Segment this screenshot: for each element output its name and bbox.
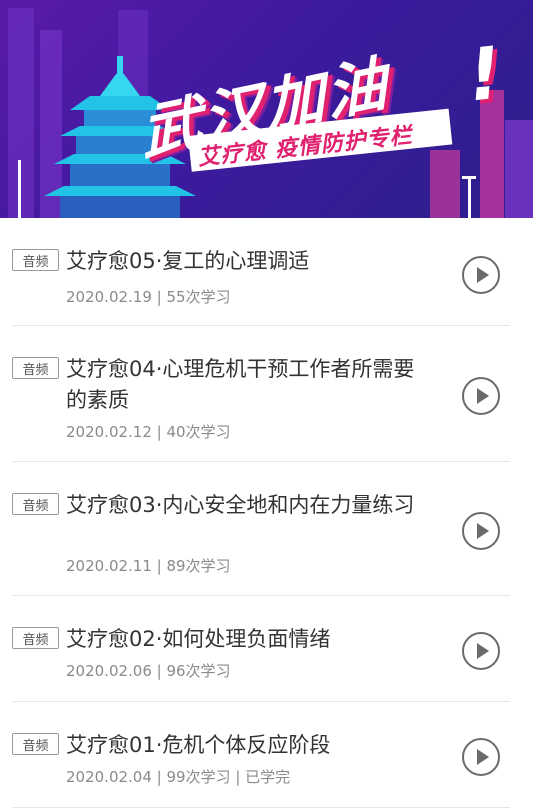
audio-tag: 音频 (12, 733, 59, 755)
episode-meta: 2020.02.19 | 55次学习 (66, 288, 231, 306)
play-circle-icon[interactable] (462, 632, 500, 670)
episode-meta: 2020.02.12 | 40次学习 (66, 423, 231, 441)
play-circle-icon[interactable] (462, 377, 500, 415)
audio-tag: 音频 (12, 627, 59, 649)
episode-title[interactable]: 艾疗愈03·内心安全地和内在力量练习 (66, 490, 426, 521)
episode-item[interactable]: 音频 艾疗愈02·如何处理负面情绪 2020.02.06 | 96次学习 (12, 596, 510, 702)
play-circle-icon[interactable] (462, 512, 500, 550)
play-circle-icon[interactable] (462, 738, 500, 776)
audio-tag: 音频 (12, 249, 59, 271)
episode-meta: 2020.02.06 | 96次学习 (66, 662, 231, 680)
episode-item[interactable]: 音频 艾疗愈01·危机个体反应阶段 2020.02.04 | 99次学习 | 已… (12, 702, 510, 808)
episode-title[interactable]: 艾疗愈02·如何处理负面情绪 (66, 624, 426, 655)
episode-item[interactable]: 音频 艾疗愈03·内心安全地和内在力量练习 2020.02.11 | 89次学习 (12, 462, 510, 596)
episode-item[interactable]: 音频 艾疗愈04·心理危机干预工作者所需要的素质 2020.02.12 | 40… (12, 326, 510, 462)
episode-meta: 2020.02.11 | 89次学习 (66, 557, 231, 575)
episode-item[interactable]: 音频 艾疗愈05·复工的心理调适 2020.02.19 | 55次学习 (12, 218, 510, 326)
audio-tag: 音频 (12, 493, 59, 515)
episode-meta: 2020.02.04 | 99次学习 | 已学完 (66, 768, 291, 786)
episode-title[interactable]: 艾疗愈04·心理危机干预工作者所需要的素质 (66, 354, 426, 416)
episode-title[interactable]: 艾疗愈05·复工的心理调适 (66, 246, 426, 277)
audio-tag: 音频 (12, 357, 59, 379)
episode-list: 音频 艾疗愈05·复工的心理调适 2020.02.19 | 55次学习 音频 艾… (12, 218, 510, 808)
episode-title[interactable]: 艾疗愈01·危机个体反应阶段 (66, 730, 426, 761)
banner[interactable]: 武汉加油 ! 艾疗愈 疫情防护专栏 (0, 0, 533, 218)
play-circle-icon[interactable] (462, 256, 500, 294)
